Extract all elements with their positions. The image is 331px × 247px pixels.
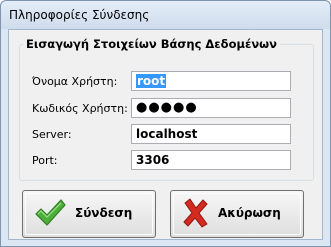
server-label: Server: (32, 128, 72, 141)
dialog-client-area: Εισαγωγή Στοιχείων Βάσης Δεδομένων Όνομα… (8, 29, 323, 240)
port-label: Port: (32, 154, 58, 167)
password-label: Κωδικός Χρήστη: (32, 102, 128, 115)
username-value: root (136, 74, 167, 88)
connect-button[interactable]: Σύνδεση (22, 190, 156, 238)
username-field[interactable]: root (131, 71, 291, 91)
title-bar[interactable]: Πληροφορίες Σύνδεσης (1, 1, 330, 29)
port-field[interactable]: 3306 (131, 150, 291, 170)
cross-icon (183, 198, 208, 228)
cancel-button[interactable]: Ακύρωση (170, 190, 304, 238)
window-title: Πληροφορίες Σύνδεσης (9, 8, 150, 22)
server-value: localhost (136, 127, 198, 141)
password-value: ●●●●● (136, 100, 198, 115)
username-label: Όνομα Χρήστη: (32, 75, 118, 88)
login-dialog-window: Πληροφορίες Σύνδεσης Εισαγωγή Στοιχείων … (0, 0, 331, 247)
groupbox-title: Εισαγωγή Στοιχείων Βάσης Δεδομένων (23, 37, 281, 51)
server-field[interactable]: localhost (131, 124, 291, 144)
checkmark-icon (35, 199, 66, 226)
password-field[interactable]: ●●●●● (131, 98, 291, 118)
port-value: 3306 (136, 153, 170, 167)
connect-button-label: Σύνδεση (75, 206, 133, 220)
cancel-button-label: Ακύρωση (218, 206, 281, 220)
